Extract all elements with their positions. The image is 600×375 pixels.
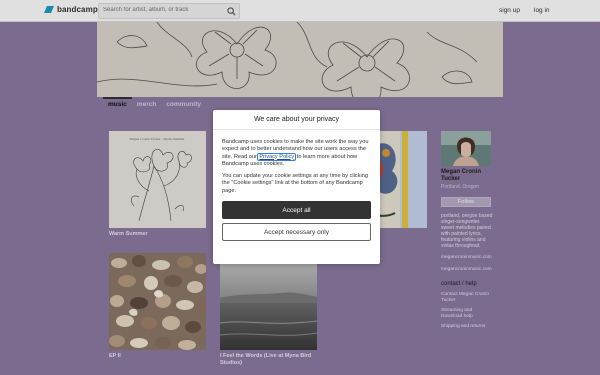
cookie-consent-dialog: We care about your privacy Bandcamp uses… [213,110,380,264]
privacy-policy-link[interactable]: Privacy Policy [257,152,297,161]
dialog-body: Bandcamp uses cookies to make the site w… [213,130,380,242]
cookie-settings-text: You can update your cookie settings at a… [222,173,368,194]
cookie-explanation-text: Bandcamp uses cookies to make the site w… [222,139,371,168]
dialog-title: We care about your privacy [213,110,380,130]
accept-all-button[interactable]: Accept all [222,201,371,220]
accept-necessary-button[interactable]: Accept necessary only [222,223,371,242]
